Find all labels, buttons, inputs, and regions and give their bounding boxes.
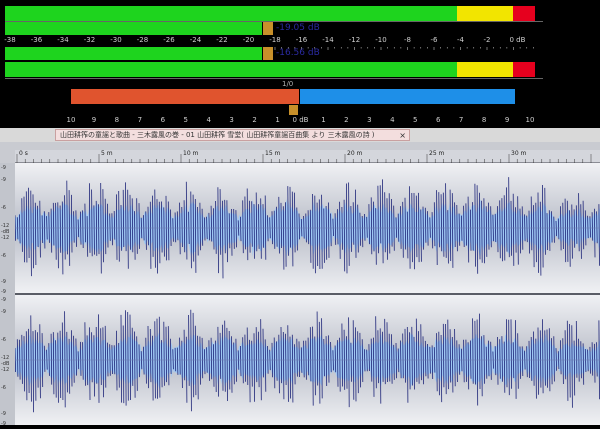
timeline-label: 20 m	[347, 150, 363, 157]
amplitude-label: -9	[1, 411, 6, 417]
db-scale-label: -16	[295, 36, 308, 44]
db-scale-label: -4	[457, 36, 464, 44]
meter-baseline	[5, 78, 543, 79]
left-channel-waveform[interactable]	[14, 163, 600, 293]
correlation-left-bar	[71, 89, 299, 104]
correlation-scale-label: 4	[390, 116, 395, 124]
correlation-scale-label: 5	[183, 116, 188, 124]
document-tab[interactable]: 山田耕筰の童謡と歌曲 - 三木露風の巻 - 01 山田耕筰 雪堂( 山田耕筰童謡…	[55, 129, 410, 141]
right-level-meter	[5, 62, 535, 77]
correlation-scale-label: 10	[66, 116, 76, 124]
correlation-scale-label: 2	[252, 116, 257, 124]
correlation-scale-label: 6	[160, 116, 166, 124]
document-tab-strip: 山田耕筰の童謡と歌曲 - 三木露風の巻 - 01 山田耕筰 雪堂( 山田耕筰童謡…	[0, 128, 600, 142]
timeline-ruler[interactable]: 0 s 5 m 10 m 15 m 20 m 25 m 30 m	[15, 150, 600, 169]
db-scale-label: -26	[163, 36, 175, 44]
correlation-scale-label: 10	[525, 116, 535, 124]
db-scale-label: -14	[322, 36, 334, 44]
amplitude-label: -6	[1, 337, 6, 343]
right-rms-meter	[5, 47, 262, 60]
amplitude-label: -9	[1, 289, 6, 295]
db-scale-label: -38	[4, 36, 16, 44]
amplitude-label: -9	[1, 309, 6, 315]
correlation-scale-label: 4	[206, 116, 211, 124]
correlation-scale-label: 1	[275, 116, 280, 124]
meter-red-segment	[513, 6, 535, 21]
db-scale-label: -22	[216, 36, 228, 44]
right-db-readout: -16.56 dB	[276, 48, 320, 58]
correlation-scale-label: 8	[114, 116, 120, 124]
db-scale-label: -10	[375, 36, 387, 44]
right-waveform-graph	[14, 309, 600, 413]
meter-yellow-segment	[457, 6, 513, 21]
timeline-label: 5 m	[101, 150, 113, 157]
amplitude-label: -6	[1, 205, 6, 211]
db-scale-label: 0 dB	[509, 36, 526, 44]
correlation-scale-label: 5	[413, 116, 418, 124]
left-peak-marker	[263, 22, 273, 35]
amplitude-label: -9	[1, 297, 6, 303]
correlation-right-bar	[300, 89, 515, 104]
timeline-label: 15 m	[265, 150, 281, 157]
amplitude-label: -6	[1, 253, 6, 259]
timeline-label: 10 m	[183, 150, 199, 157]
db-scale-label: -32	[83, 36, 96, 44]
waveform-editor[interactable]: 0 s 5 m 10 m 15 m 20 m 25 m 30 m -9 -9 -9 -9 -6 -6 -…	[0, 142, 600, 427]
correlation-scale-label: 3	[229, 116, 234, 124]
db-scale-label: -12	[348, 36, 361, 44]
amplitude-label: -12	[1, 235, 10, 241]
db-scale-label: -36	[30, 36, 43, 44]
correlation-scale-label: 9	[91, 116, 97, 124]
correlation-readout: 1/0	[282, 80, 294, 88]
meter-green-segment	[5, 62, 457, 77]
amplitude-ruler: -9 -9 -9 -9 -6 -6 -12 -12 -dB -dB -12 -12 -6 -6 -9 -9 -9…	[0, 163, 15, 427]
waveform-area[interactable]	[14, 163, 600, 425]
correlation-scale-label: 9	[504, 116, 510, 124]
right-peak-marker	[263, 47, 273, 60]
db-scale-label: -24	[189, 36, 202, 44]
db-scale-label: -28	[136, 36, 149, 44]
left-waveform-graph	[14, 177, 600, 279]
timeline-label: 25 m	[429, 150, 445, 157]
correlation-scale-label: 7	[458, 116, 464, 124]
db-scale-label: -8	[404, 36, 411, 44]
db-scale-label: -6	[430, 36, 438, 44]
correlation-scale-label: 6	[435, 116, 441, 124]
db-scale-label: -30	[110, 36, 122, 44]
db-scale-label: -20	[242, 36, 255, 44]
correlation-center-marker	[289, 105, 298, 115]
db-scale-label: -2	[483, 36, 491, 44]
meter-yellow-segment	[457, 62, 513, 77]
amplitude-label: -9	[1, 421, 6, 427]
left-level-meter	[5, 6, 535, 21]
meter-green-segment	[5, 6, 457, 21]
left-db-readout: -19.05 dB	[276, 23, 320, 33]
meter-red-segment	[513, 62, 535, 77]
timeline-label: 30 m	[511, 150, 527, 157]
amplitude-label: -9	[1, 177, 6, 183]
correlation-scale-label: 2	[344, 116, 349, 124]
correlation-scale-label: 7	[137, 116, 143, 124]
amplitude-label: -6	[1, 385, 6, 391]
right-channel-waveform[interactable]	[14, 295, 600, 425]
left-rms-meter	[5, 22, 262, 35]
close-icon[interactable]: ×	[399, 130, 406, 141]
db-scale-label: -18	[269, 36, 281, 44]
amplitude-label: -9	[1, 279, 6, 285]
correlation-scale-label: 8	[481, 116, 487, 124]
amplitude-label: -9	[1, 165, 6, 171]
correlation-scale-label: 3	[367, 116, 372, 124]
amplitude-label: -12	[1, 367, 10, 373]
correlation-meter: 1/0 10 9 8 7 6 5 4 3 2 1 0 dB 1 2 3 4 5 6 7 8 9 10	[0, 80, 600, 128]
timeline-label: 0 s	[19, 150, 28, 157]
correlation-scale-label: 1	[321, 116, 326, 124]
db-scale-label: -34	[57, 36, 69, 44]
correlation-scale-label: 0 dB	[292, 116, 309, 124]
document-tab-title: 山田耕筰の童謡と歌曲 - 三木露風の巻 - 01 山田耕筰 雪堂( 山田耕筰童謡…	[60, 131, 375, 139]
